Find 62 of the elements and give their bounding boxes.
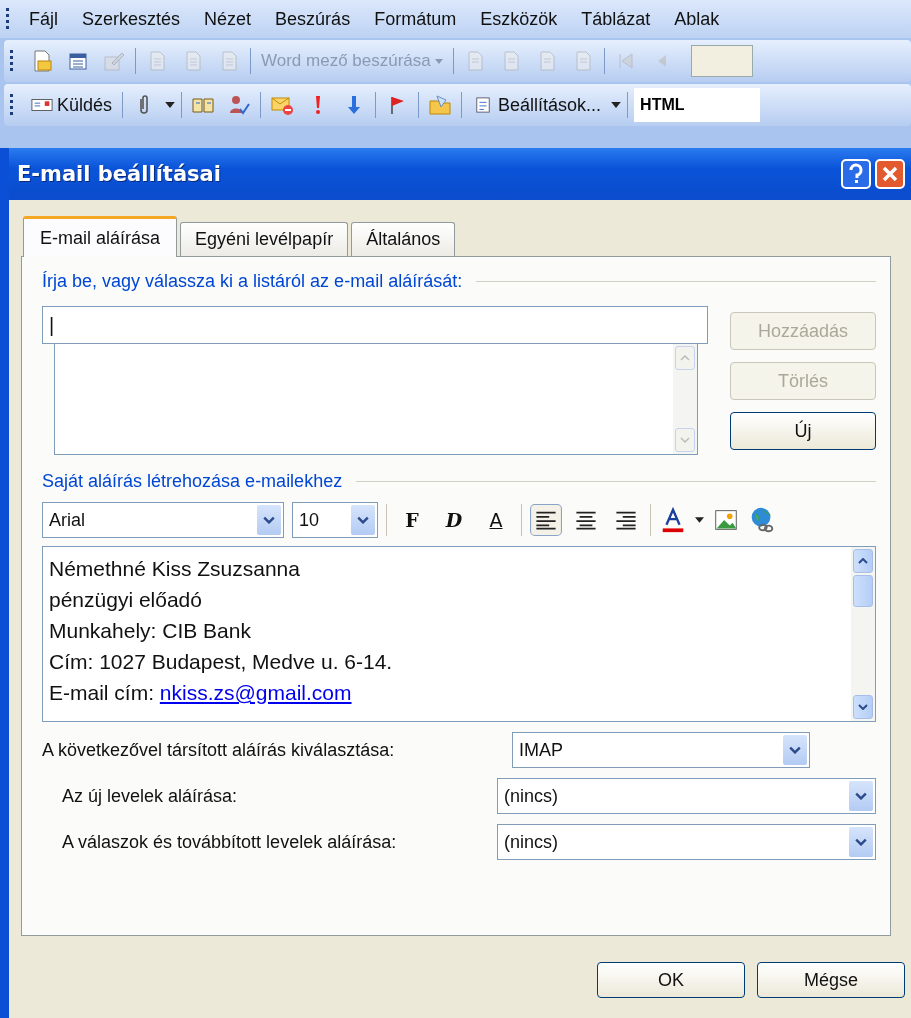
email-link[interactable]: nkiss.zs@gmail.com <box>159 681 352 704</box>
scroll-thumb[interactable] <box>853 575 873 607</box>
caret-icon[interactable] <box>695 517 704 523</box>
help-icon[interactable] <box>841 159 871 189</box>
tab[interactable]: Általános <box>351 222 456 256</box>
signature-name-field[interactable]: | <box>42 306 708 344</box>
chevron-down-icon <box>680 437 690 443</box>
chevron-up-icon <box>858 558 868 564</box>
dialog-button[interactable]: Új <box>730 412 876 450</box>
chevron-down-icon <box>357 516 369 524</box>
record-field[interactable] <box>690 45 753 77</box>
section-heading: Írja be, vagy válassza ki a listáról az e-mail aláírását: <box>42 271 463 292</box>
tab[interactable]: E-mail aláírása <box>23 216 178 257</box>
caret-icon[interactable] <box>611 102 622 108</box>
chevron-down-icon <box>855 792 867 800</box>
options-button[interactable]: Beállítások... <box>468 94 606 116</box>
signature-line: E-mail cím: nkiss.zs@gmail.com <box>49 680 353 706</box>
folder-icon[interactable] <box>428 93 453 117</box>
menu-item[interactable]: Fájl <box>17 8 70 30</box>
signature-dropdown[interactable]: (nincs) <box>496 778 876 814</box>
menu-item[interactable]: Formátum <box>362 8 469 30</box>
dialog-button[interactable]: OK <box>597 962 745 998</box>
signature-line: pénzügyi előadó <box>49 587 203 613</box>
scrollbar[interactable] <box>851 547 875 721</box>
menu-item[interactable]: Ablak <box>662 8 732 30</box>
envelope-icon <box>31 97 53 113</box>
format-button[interactable]: D <box>437 509 471 531</box>
menu-item[interactable]: Eszközök <box>468 8 570 30</box>
section-heading: Saját aláírás létrehozása e-mailekhez <box>42 471 343 492</box>
chevron-up-icon <box>680 355 690 361</box>
send-button[interactable]: Küldés <box>27 94 117 116</box>
format-button[interactable]: F <box>395 509 429 531</box>
chevron-down-icon <box>789 746 801 754</box>
menu-item[interactable]: Nézet <box>192 8 264 30</box>
menu-item[interactable]: Beszúrás <box>263 8 363 30</box>
tab[interactable]: Egyéni levélpapír <box>180 222 349 256</box>
signature-line: Munkahely: CIB Bank <box>49 618 252 644</box>
scrollbar[interactable] <box>673 344 697 454</box>
signature-dropdown[interactable]: IMAP <box>512 732 810 768</box>
caret-icon[interactable] <box>165 102 176 108</box>
field-label: A következővel társított aláírás kiválasztása: <box>42 739 396 761</box>
field-label: Az új levelek aláírása: <box>61 785 239 807</box>
caret-icon <box>434 58 443 64</box>
dialog-button[interactable]: Mégse <box>757 962 905 998</box>
chevron-down-icon <box>263 516 275 524</box>
format-button[interactable]: A <box>479 509 513 531</box>
format-field[interactable]: HTML <box>634 88 761 122</box>
font-size-dropdown[interactable]: 10 <box>292 502 378 538</box>
signature-line: Cím: 1027 Budapest, Medve u. 6-14. <box>49 649 394 675</box>
chevron-down-icon <box>858 704 868 710</box>
close-icon[interactable] <box>875 159 905 189</box>
signature-dropdown[interactable]: (nincs) <box>496 824 876 860</box>
signature-editor[interactable]: Némethné Kiss Zsuzsanna pénzügyi előadó Munkahely: CIB Bank Cím: 1027 Budapest, Medve u. 6-14. E-mail cím: nkiss.zs@gmail.com <box>42 546 876 722</box>
field-label: A válaszok és továbbított levelek aláírása: <box>61 831 398 853</box>
chevron-down-icon <box>855 838 867 846</box>
check-names-icon[interactable] <box>227 93 252 117</box>
window-title: E-mail beállításai <box>17 162 222 186</box>
font-dropdown[interactable]: Arial <box>42 502 284 538</box>
align-left-icon[interactable] <box>530 504 562 536</box>
menu-item[interactable]: Szerkesztés <box>70 8 193 30</box>
menu-item[interactable]: Táblázat <box>569 8 663 30</box>
signature-line: Némethné Kiss Zsuzsanna <box>49 556 301 582</box>
